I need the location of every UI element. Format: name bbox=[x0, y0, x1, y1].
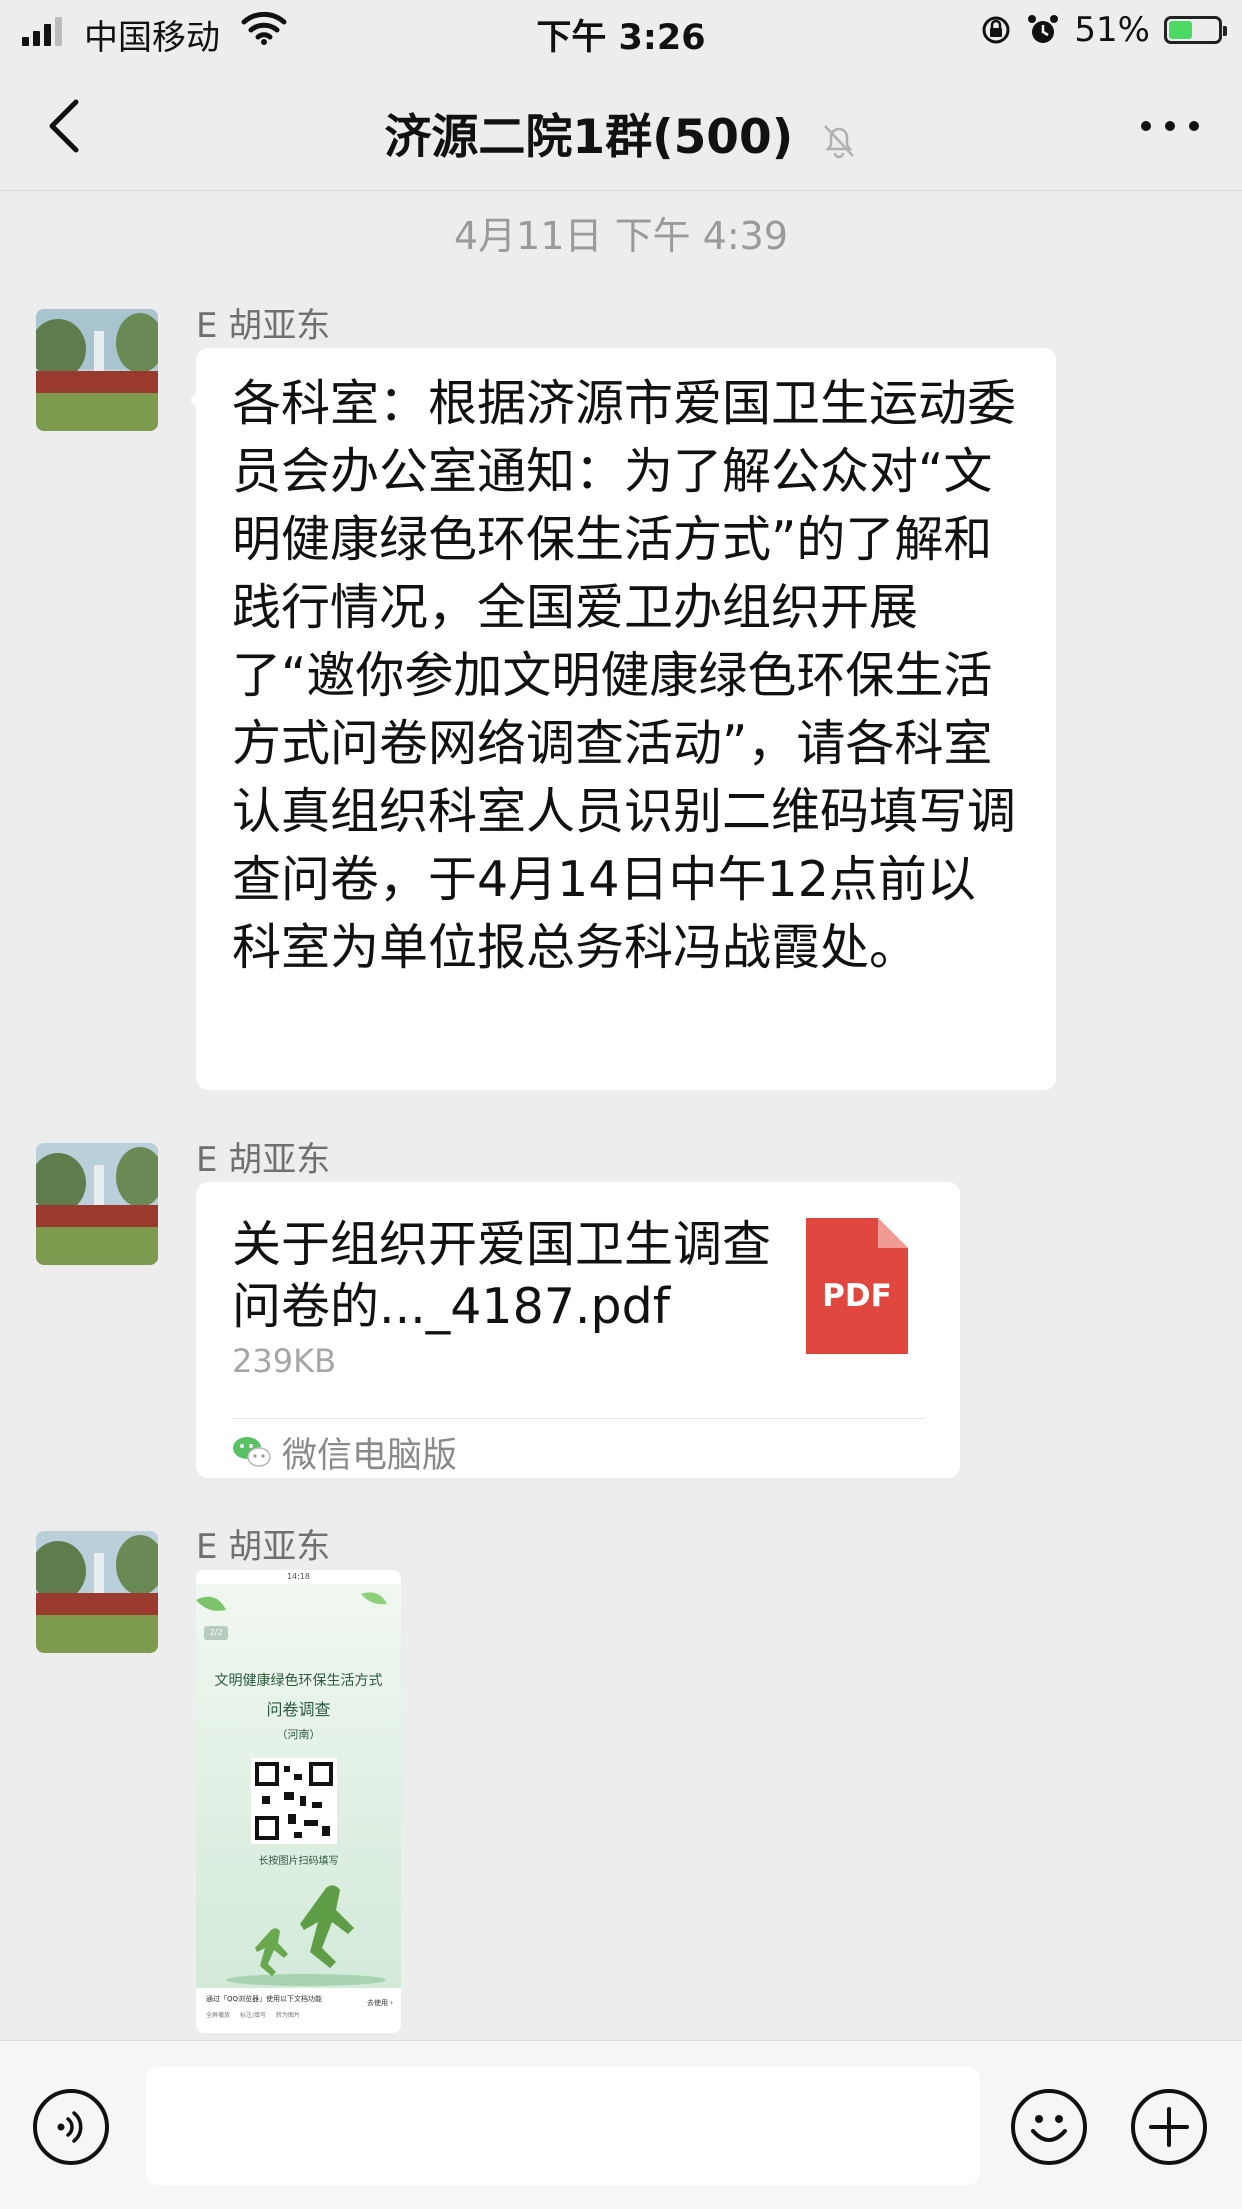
orientation-lock-icon bbox=[982, 16, 1010, 44]
text-message-bubble[interactable]: 各科室：根据济源市爱国卫生运动委员会办公室通知：为了解公众对“文明健康绿色环保生… bbox=[190, 348, 1056, 1090]
poster-page-indicator: 2/2 bbox=[209, 1628, 223, 1637]
wechat-logo-icon bbox=[233, 1437, 271, 1467]
file-message-card[interactable]: 关于组织开爱国卫生调查问卷的..._4187.pdf 239KB PDF 微信电… bbox=[196, 1182, 960, 1478]
battery-fill bbox=[1169, 21, 1193, 39]
chat-header: 济源二院1群(500) bbox=[0, 64, 1242, 191]
sender-name: E 胡亚东 bbox=[196, 1140, 331, 1180]
sender-name: E 胡亚东 bbox=[196, 1527, 331, 1567]
more-dots-icon[interactable] bbox=[1138, 116, 1202, 136]
pdf-badge-label: PDF bbox=[822, 1278, 892, 1314]
file-size: 239KB bbox=[232, 1342, 337, 1380]
file-source-label: 微信电脑版 bbox=[282, 1435, 458, 1476]
image-message[interactable]: 14:18 2/2 文明健康绿色环保生活方式 问卷调查 （河南） 长按图片扫码填… bbox=[196, 1570, 401, 2033]
emoji-button[interactable] bbox=[1011, 2089, 1087, 2165]
poster-footer-action: 去使用 › bbox=[366, 1999, 393, 2007]
poster-region: （河南） bbox=[276, 1728, 321, 1741]
chat-timestamp: 4月11日 下午 4:39 bbox=[453, 214, 789, 258]
poster-time: 14:18 bbox=[286, 1572, 311, 1581]
poster-footer-item: 标注/填写 bbox=[240, 2012, 267, 2019]
sender-avatar[interactable] bbox=[36, 309, 158, 431]
poster-title-line1: 文明健康绿色环保生活方式 bbox=[214, 1673, 383, 1689]
message-input[interactable] bbox=[146, 2067, 980, 2185]
voice-icon bbox=[57, 2111, 83, 2143]
file-name: 关于组织开爱国卫生调查问卷的..._4187.pdf bbox=[232, 1216, 772, 1335]
mute-bell-icon bbox=[823, 124, 854, 158]
poster-footer-item: 全屏播放 bbox=[206, 2012, 231, 2019]
battery-charging-icon bbox=[1164, 16, 1227, 44]
emoji-icon bbox=[1031, 2115, 1067, 2142]
voice-button[interactable] bbox=[33, 2089, 109, 2165]
status-bar: 中国移动 下午 3:26 51% bbox=[0, 0, 1242, 64]
alarm-icon bbox=[1028, 15, 1059, 43]
sender-name: E 胡亚东 bbox=[196, 306, 331, 346]
more-functions-button[interactable] bbox=[1131, 2089, 1207, 2165]
plus-icon bbox=[1149, 2107, 1189, 2147]
file-card-divider bbox=[232, 1418, 924, 1419]
battery-percent: 51% bbox=[1074, 10, 1150, 50]
poster-caption: 长按图片扫码填写 bbox=[258, 1856, 339, 1867]
chat-title-text: 济源二院1群(500) bbox=[384, 110, 794, 165]
poster-footer-text: 通过「QQ浏览器」使用以下文档功能 bbox=[206, 1995, 323, 2003]
chat-input-bar bbox=[0, 2040, 1242, 2209]
poster-footer-items: 全屏播放 标注/填写 转为图片 bbox=[206, 2010, 300, 2019]
sender-avatar[interactable] bbox=[36, 1531, 158, 1653]
poster-title-line2: 问卷调查 bbox=[266, 1700, 331, 1719]
chat-title: 济源二院1群(500) bbox=[0, 98, 1242, 167]
poster-footer-item: 转为图片 bbox=[276, 2012, 301, 2019]
message-text: 各科室：根据济源市爱国卫生运动委员会办公室通知：为了解公众对“文明健康绿色环保生… bbox=[232, 375, 1017, 976]
survey-poster-image bbox=[196, 1570, 401, 2033]
file-source: 微信电脑版 bbox=[232, 1426, 457, 1478]
sender-avatar[interactable] bbox=[36, 1143, 158, 1265]
